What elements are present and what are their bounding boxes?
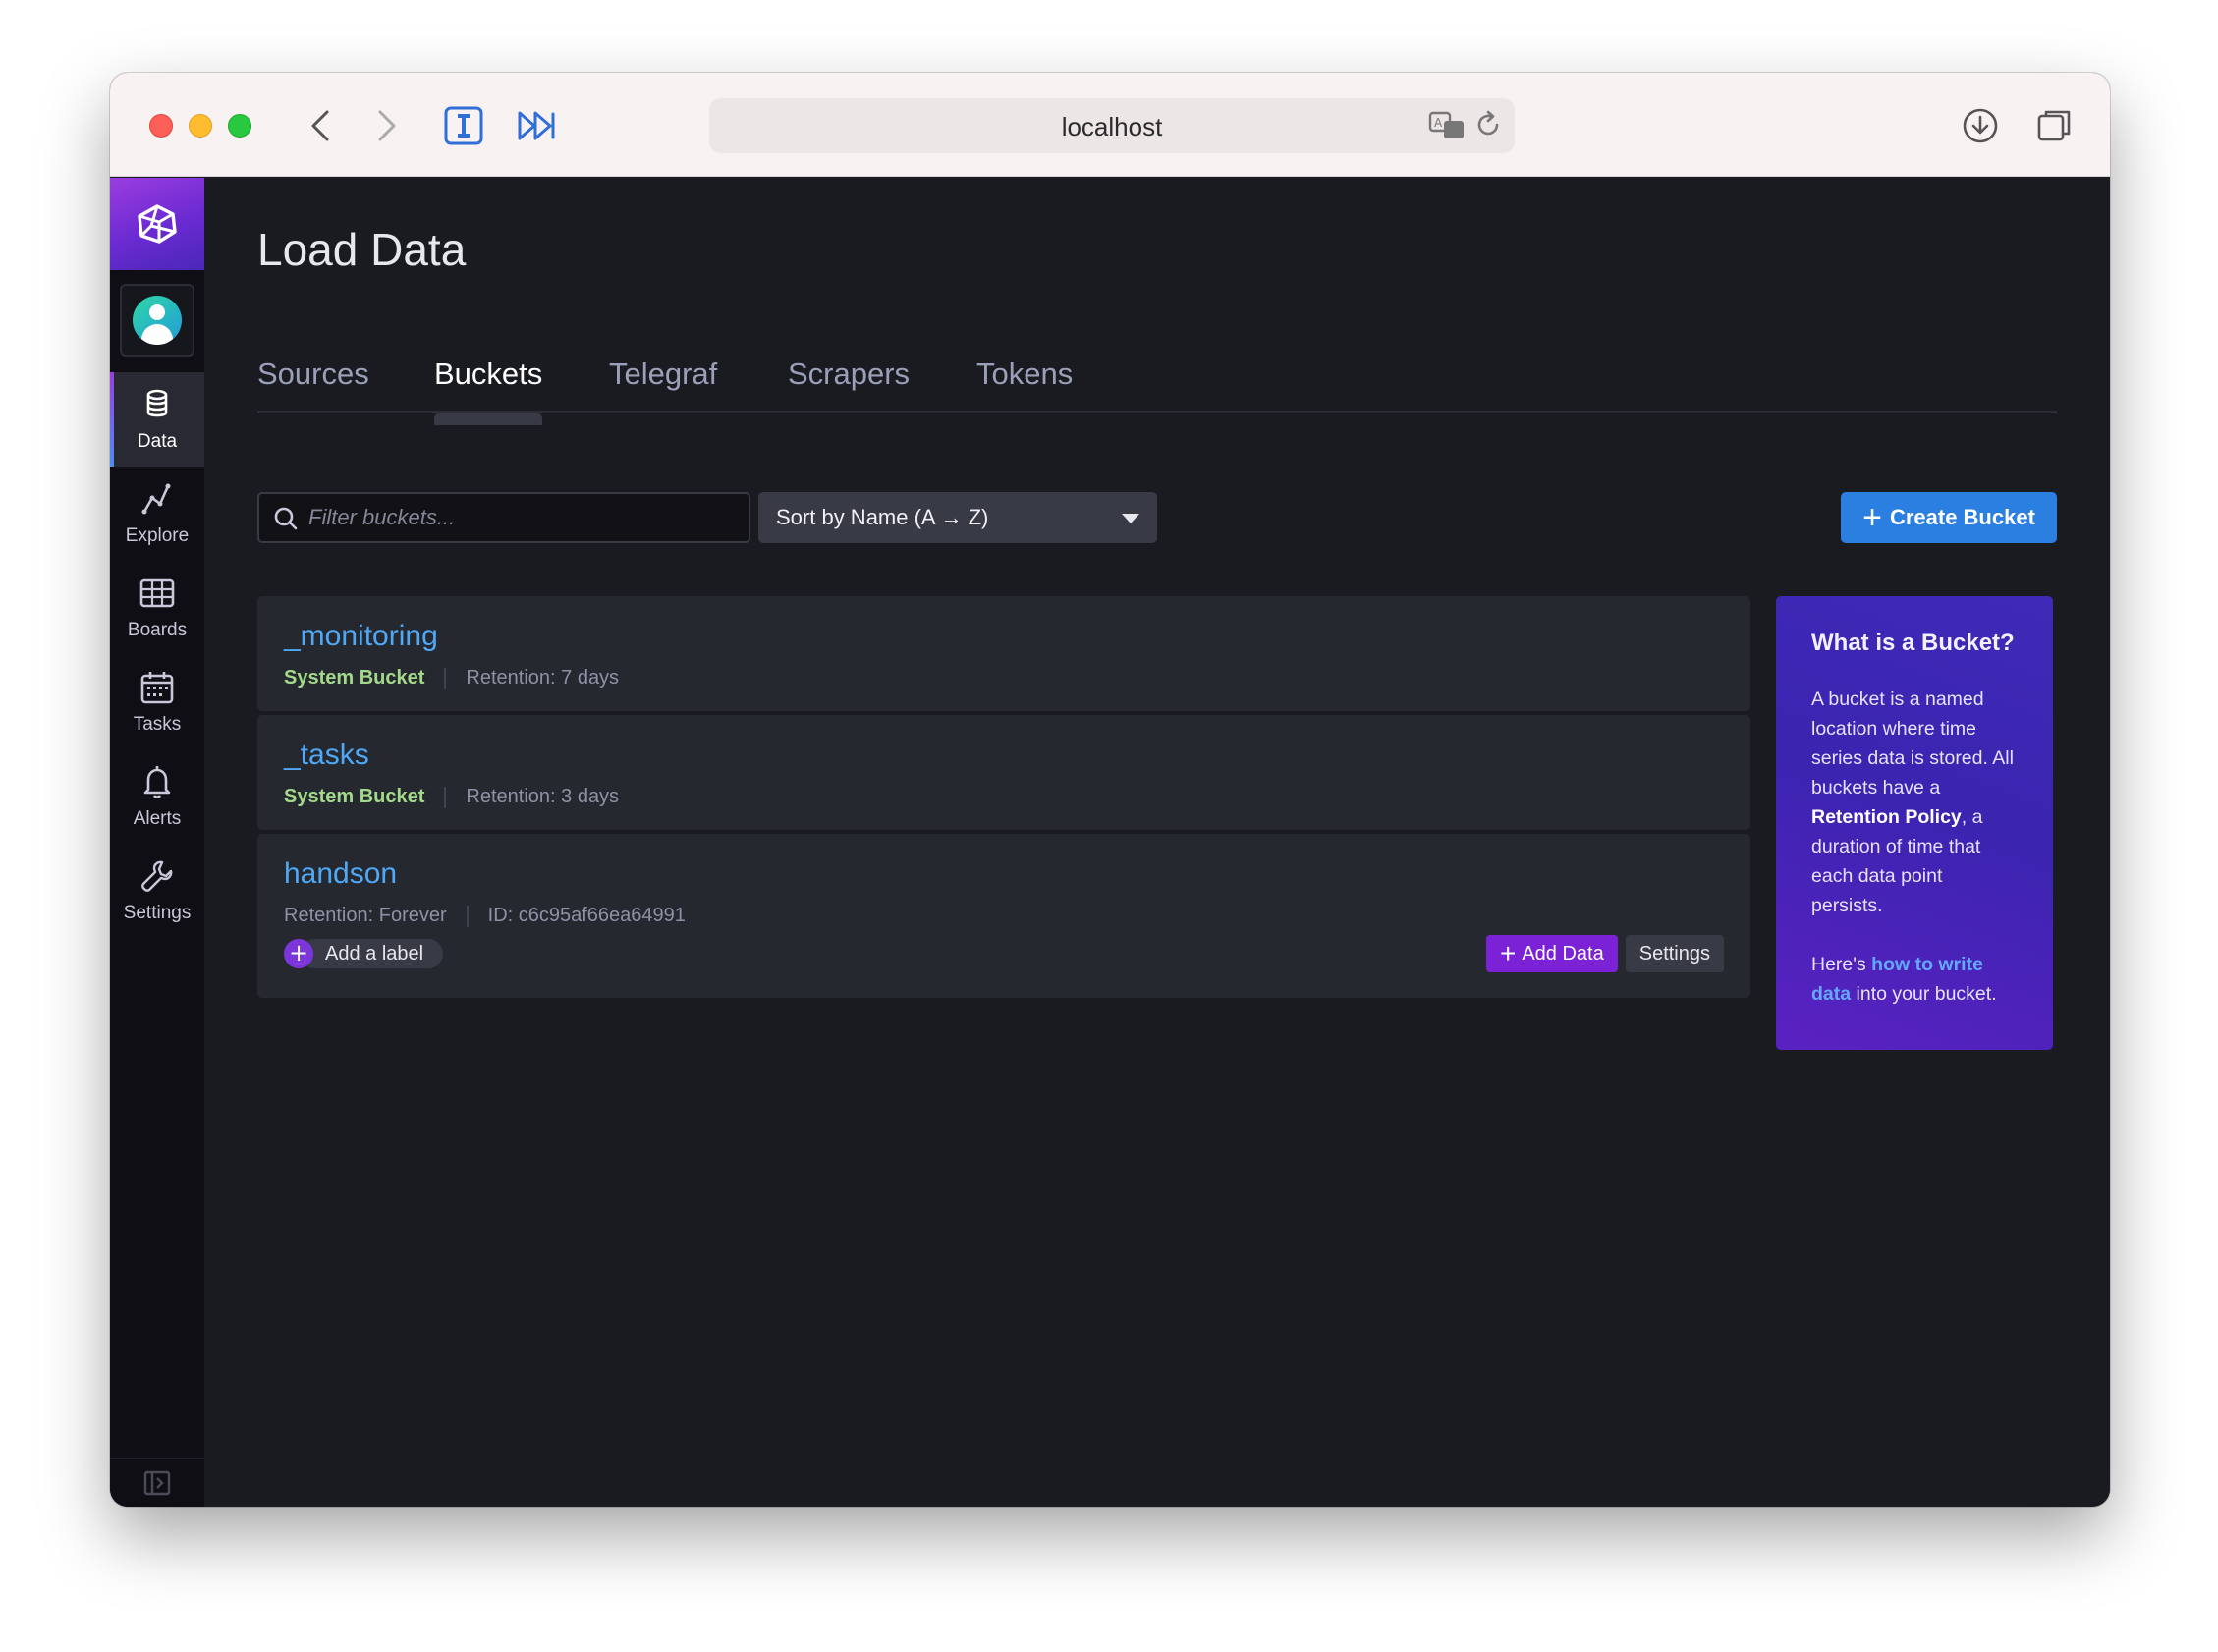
wrench-icon [141, 860, 173, 892]
filter-buckets-field [257, 492, 750, 543]
tab-sources[interactable]: Sources [257, 355, 369, 413]
sidebar-item-settings[interactable]: Settings [110, 844, 204, 938]
bucket-name-link[interactable]: handson [284, 857, 397, 891]
sidebar-item-tasks[interactable]: Tasks [110, 655, 204, 749]
avatar [133, 296, 182, 345]
bucket-settings-button[interactable]: Settings [1625, 935, 1724, 972]
sidebar-item-boards[interactable]: Boards [110, 561, 204, 655]
sidebar-item-label: Data [137, 431, 178, 452]
bucket-type: System Bucket [284, 786, 425, 807]
add-label-button[interactable]: Add a label [300, 939, 444, 968]
info-title: What is a Bucket? [1811, 630, 2015, 656]
collapse-sidebar-button[interactable] [110, 1458, 204, 1507]
bucket-meta: System Bucket Retention: 7 days [284, 667, 1724, 689]
bucket-meta: System Bucket Retention: 3 days [284, 786, 1724, 808]
sidebar-item-label: Tasks [133, 714, 182, 735]
bucket-name-link[interactable]: _tasks [284, 739, 369, 772]
browser-window: localhost A Data Explore Boards Tasks Al… [110, 73, 2110, 1507]
download-icon[interactable] [1957, 102, 2004, 149]
maximize-window-button[interactable] [228, 114, 251, 138]
bucket-retention: Retention: 3 days [466, 786, 620, 807]
back-icon[interactable] [297, 102, 344, 149]
plus-icon: + [1862, 499, 1882, 536]
info-body-text: A bucket is a named location where time … [1811, 688, 2014, 798]
address-bar[interactable]: localhost A [709, 98, 1515, 153]
dashboards-icon [139, 578, 175, 608]
info-footer-text: Here's [1811, 954, 1872, 975]
filter-buckets-input[interactable] [308, 494, 741, 541]
bucket-id: ID: c6c95af66ea64991 [487, 905, 686, 926]
bucket-meta: Retention: Forever ID: c6c95af66ea64991 [284, 905, 1724, 927]
caret-down-icon [1122, 514, 1139, 523]
divider [444, 786, 447, 808]
info-body-bold: Retention Policy [1811, 806, 1962, 828]
database-icon [146, 389, 168, 417]
minimize-window-button[interactable] [189, 114, 212, 138]
info-body: A bucket is a named location where time … [1811, 685, 2018, 920]
influxdb-logo[interactable] [110, 178, 204, 270]
url-text: localhost [1061, 112, 1163, 141]
tab-buckets[interactable]: Buckets [434, 355, 543, 425]
sidebar-item-explore[interactable]: Explore [110, 467, 204, 561]
create-bucket-button[interactable]: + Create Bucket [1841, 492, 2057, 543]
main-content: Load Data Sources Buckets Telegraf Scrap… [204, 178, 2110, 1507]
fast-forward-icon[interactable] [513, 102, 560, 149]
graph-icon [141, 483, 171, 515]
add-label-plus-icon[interactable]: + [284, 939, 313, 968]
tab-scrapers[interactable]: Scrapers [788, 355, 910, 413]
cube-logo-icon [138, 204, 177, 244]
tab-bar: Sources Buckets Telegraf Scrapers Tokens [257, 355, 2057, 425]
sidebar-item-data[interactable]: Data [110, 372, 204, 467]
create-bucket-label: Create Bucket [1889, 505, 2035, 529]
collapse-panel-icon [143, 1470, 171, 1496]
page-title: Load Data [257, 224, 467, 275]
bucket-card: handson Retention: Forever ID: c6c95af66… [257, 834, 1750, 998]
plus-icon: + [1499, 938, 1517, 968]
info-footer-text: into your bucket. [1851, 983, 1997, 1005]
svg-text:A: A [1434, 116, 1443, 130]
translate-icon[interactable]: A [1428, 110, 1466, 141]
app-sidebar: Data Explore Boards Tasks Alerts Setting… [110, 178, 204, 1507]
add-data-button[interactable]: + Add Data [1485, 935, 1618, 972]
bucket-actions: + Add Data Settings [1485, 935, 1724, 972]
tab-telegraf[interactable]: Telegraf [609, 355, 717, 413]
bucket-list: _monitoring System Bucket Retention: 7 d… [257, 596, 1750, 1002]
sort-dropdown-label: Sort by Name (A → Z) [776, 505, 989, 529]
calendar-icon [140, 672, 174, 704]
reload-icon[interactable] [1473, 110, 1505, 141]
sidebar-item-alerts[interactable]: Alerts [110, 749, 204, 844]
divider [466, 905, 469, 927]
sidebar-item-label: Settings [123, 903, 192, 923]
tab-tokens[interactable]: Tokens [976, 355, 1073, 413]
tab-overview-icon[interactable] [2031, 102, 2079, 149]
bucket-name-link[interactable]: _monitoring [284, 620, 438, 653]
browser-titlebar: localhost A [110, 73, 2110, 177]
bucket-card: _monitoring System Bucket Retention: 7 d… [257, 596, 1750, 711]
bucket-info-panel: What is a Bucket? A bucket is a named lo… [1776, 596, 2053, 1050]
bucket-retention: Retention: 7 days [466, 667, 620, 688]
bucket-card: _tasks System Bucket Retention: 3 days [257, 715, 1750, 830]
reader-mode-icon[interactable] [440, 102, 487, 149]
sidebar-item-label: Boards [127, 620, 188, 640]
info-footer: Here's how to write data into your bucke… [1811, 950, 2018, 1009]
bucket-retention: Retention: Forever [284, 905, 447, 926]
search-icon [274, 507, 298, 530]
bucket-type: System Bucket [284, 667, 425, 688]
close-window-button[interactable] [149, 114, 173, 138]
sort-dropdown[interactable]: Sort by Name (A → Z) [758, 492, 1157, 543]
forward-icon[interactable] [363, 102, 411, 149]
bell-icon [143, 766, 171, 798]
add-data-label: Add Data [1522, 942, 1604, 964]
user-avatar-button[interactable] [120, 284, 194, 357]
sidebar-item-label: Alerts [133, 808, 182, 829]
sidebar-item-label: Explore [125, 525, 190, 546]
divider [444, 667, 447, 689]
